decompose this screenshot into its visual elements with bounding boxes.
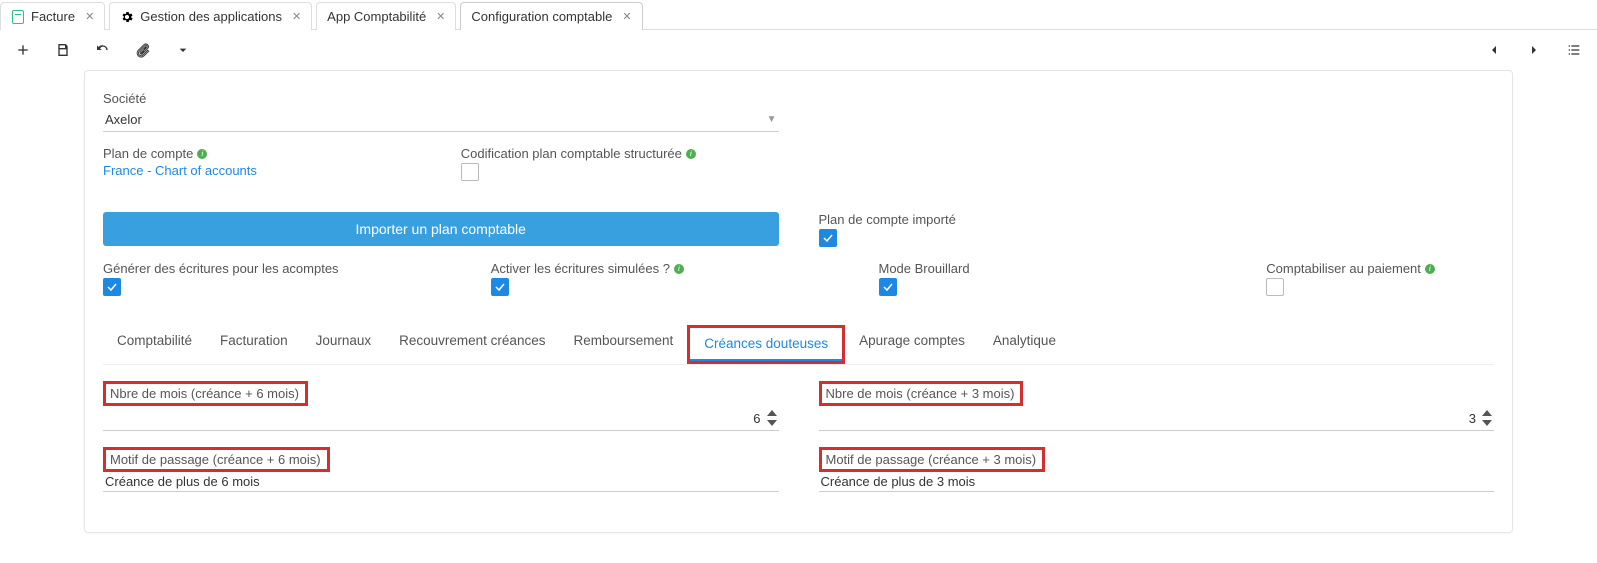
nav-next[interactable] <box>1525 41 1543 59</box>
import-plan-button[interactable]: Importer un plan comptable <box>103 212 779 246</box>
societe-select[interactable]: Axelor ▼ <box>103 108 779 132</box>
ecritures-sim-label: Activer les écritures simulées ? i <box>491 261 839 276</box>
motif3-value: Créance de plus de 3 mois <box>821 474 976 489</box>
compta-paiement-label: Comptabiliser au paiement i <box>1266 261 1597 276</box>
number-stepper-icon[interactable] <box>1482 408 1492 428</box>
nb6-label: Nbre de mois (créance + 6 mois) <box>103 381 308 406</box>
config-card: Société Axelor ▼ Plan de compte i France… <box>84 70 1513 533</box>
tab-app-comptabilite[interactable]: App Comptabilité ✕ <box>316 2 456 30</box>
tab-gestion-applications[interactable]: Gestion des applications ✕ <box>109 2 312 30</box>
nav-prev[interactable] <box>1485 41 1503 59</box>
info-icon[interactable]: i <box>674 264 684 274</box>
close-icon[interactable]: ✕ <box>292 10 301 23</box>
inner-tab-journaux[interactable]: Journaux <box>302 325 386 364</box>
info-icon[interactable]: i <box>686 149 696 159</box>
tab-label: Gestion des applications <box>140 9 282 24</box>
workspace-tabs: Facture ✕ Gestion des applications ✕ App… <box>0 0 1597 30</box>
plan-importe-checkbox[interactable] <box>819 229 837 247</box>
nb3-input[interactable]: 3 <box>819 406 1495 431</box>
societe-label: Société <box>103 91 779 106</box>
tab-label: Configuration comptable <box>471 9 612 24</box>
gear-icon <box>120 10 134 24</box>
annotation-highlight: Créances douteuses <box>687 325 845 364</box>
brouillard-label: Mode Brouillard <box>879 261 1227 276</box>
motif6-label: Motif de passage (créance + 6 mois) <box>103 447 330 472</box>
inner-tab-remboursement[interactable]: Remboursement <box>559 325 687 364</box>
undo-button[interactable] <box>94 41 112 59</box>
nb6-value: 6 <box>105 411 767 426</box>
motif3-label: Motif de passage (créance + 3 mois) <box>819 447 1046 472</box>
save-button[interactable] <box>54 41 72 59</box>
ecritures-sim-checkbox[interactable] <box>491 278 509 296</box>
societe-value: Axelor <box>105 112 142 127</box>
compta-paiement-checkbox[interactable] <box>1266 278 1284 296</box>
info-icon[interactable]: i <box>1425 264 1435 274</box>
inner-tab-apurage[interactable]: Apurage comptes <box>845 325 979 364</box>
plan-importe-label: Plan de compte importé <box>819 212 1495 227</box>
inner-tab-facturation[interactable]: Facturation <box>206 325 302 364</box>
brouillard-checkbox[interactable] <box>879 278 897 296</box>
gen-acomptes-checkbox[interactable] <box>103 278 121 296</box>
inner-tab-recouvrement[interactable]: Recouvrement créances <box>385 325 559 364</box>
close-icon[interactable]: ✕ <box>436 10 445 23</box>
codification-checkbox[interactable] <box>461 163 479 181</box>
attachment-button[interactable] <box>134 41 152 59</box>
motif6-value: Créance de plus de 6 mois <box>105 474 260 489</box>
codification-label: Codification plan comptable structurée i <box>461 146 779 161</box>
inner-tab-creances-douteuses[interactable]: Créances douteuses <box>690 328 842 361</box>
motif6-input[interactable]: Créance de plus de 6 mois <box>103 472 779 492</box>
tab-configuration-comptable[interactable]: Configuration comptable ✕ <box>460 2 642 30</box>
tab-facture[interactable]: Facture ✕ <box>0 2 105 30</box>
nb3-label: Nbre de mois (créance + 3 mois) <box>819 381 1024 406</box>
document-icon <box>11 10 25 24</box>
plan-compte-link[interactable]: France - Chart of accounts <box>103 163 421 178</box>
tab-label: Facture <box>31 9 75 24</box>
plan-compte-label: Plan de compte i <box>103 146 421 161</box>
toolbar <box>0 30 1597 70</box>
close-icon[interactable]: ✕ <box>85 10 94 23</box>
inner-tab-comptabilite[interactable]: Comptabilité <box>103 325 206 364</box>
more-menu[interactable] <box>174 41 192 59</box>
add-button[interactable] <box>14 41 32 59</box>
chevron-down-icon: ▼ <box>767 114 777 125</box>
info-icon[interactable]: i <box>197 149 207 159</box>
nb6-input[interactable]: 6 <box>103 406 779 431</box>
tab-label: App Comptabilité <box>327 9 426 24</box>
motif3-input[interactable]: Créance de plus de 3 mois <box>819 472 1495 492</box>
list-view-button[interactable] <box>1565 41 1583 59</box>
inner-tab-analytique[interactable]: Analytique <box>979 325 1070 364</box>
number-stepper-icon[interactable] <box>767 408 777 428</box>
nb3-value: 3 <box>821 411 1483 426</box>
gen-acomptes-label: Générer des écritures pour les acomptes <box>103 261 451 276</box>
close-icon[interactable]: ✕ <box>622 10 631 23</box>
config-inner-tabs: Comptabilité Facturation Journaux Recouv… <box>103 325 1494 365</box>
